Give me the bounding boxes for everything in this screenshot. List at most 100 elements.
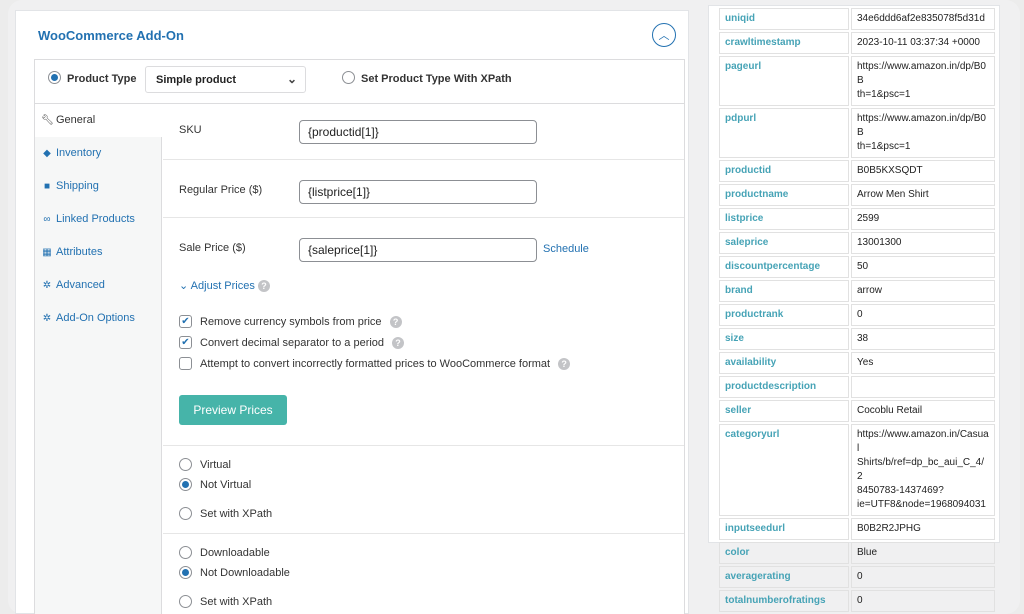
tab-addon-options[interactable]: ✲ Add-On Options: [35, 302, 162, 335]
product-data-tabs: 🔧︎ General ◆ Inventory ■ Shipping ∞ Linked P…: [35, 104, 163, 614]
field-value: arrow: [851, 280, 995, 302]
product-data-box: Product Type Simple product ⌄ Set Produc…: [34, 59, 685, 614]
table-row: size 38: [719, 328, 995, 350]
table-row: categoryurl https://www.amazon.in/Casual …: [719, 424, 995, 516]
source-data-panel: uniqid 34e6ddd6af2e835078f5d31d crawltimes…: [708, 5, 1000, 612]
product-type-radio[interactable]: [48, 71, 61, 84]
downloadable-label: Downloadable: [200, 546, 270, 559]
field-key[interactable]: listprice: [719, 208, 849, 230]
sku-input[interactable]: {productid[1]}: [299, 120, 537, 144]
table-row: uniqid 34e6ddd6af2e835078f5d31d: [719, 8, 995, 30]
virtual-xpath-label: Set with XPath: [200, 507, 273, 520]
table-row: productdescription: [719, 376, 995, 398]
field-key[interactable]: brand: [719, 280, 849, 302]
tab-label: Linked Products: [56, 213, 135, 225]
field-key[interactable]: seller: [719, 400, 849, 422]
field-key[interactable]: color: [719, 542, 849, 564]
field-key[interactable]: availability: [719, 352, 849, 374]
downloadable-section: Downloadable Not Downloadable Set with X…: [163, 534, 684, 614]
table-row: productrank 0: [719, 304, 995, 326]
downloadable-xpath-label: Set with XPath: [200, 595, 273, 608]
preview-prices-button[interactable]: Preview Prices: [179, 395, 287, 425]
help-icon: ?: [389, 315, 402, 328]
field-key[interactable]: discountpercentage: [719, 256, 849, 278]
table-row: productid B0B5KXSQDT: [719, 160, 995, 182]
tab-advanced[interactable]: ✲ Advanced: [35, 269, 162, 302]
product-type-xpath-label: Set Product Type With XPath: [361, 73, 512, 85]
virtual-xpath-radio[interactable]: [179, 507, 192, 520]
field-key[interactable]: size: [719, 328, 849, 350]
remove-currency-checkbox[interactable]: ✔: [179, 315, 192, 328]
table-row: listprice 2599: [719, 208, 995, 230]
field-value: 0: [851, 566, 995, 588]
help-icon: ?: [392, 336, 405, 349]
virtual-radio[interactable]: [179, 458, 192, 471]
not-virtual-label: Not Virtual: [200, 478, 252, 491]
tab-label: Attributes: [56, 246, 103, 258]
downloadable-xpath-radio[interactable]: [179, 595, 192, 608]
not-downloadable-option[interactable]: Not Downloadable: [179, 566, 290, 579]
field-key[interactable]: productname: [719, 184, 849, 206]
product-type-select[interactable]: Simple product ⌄: [145, 66, 306, 93]
tab-inventory[interactable]: ◆ Inventory: [35, 137, 162, 170]
gear-icon: ✲: [42, 280, 52, 291]
wrench-icon: 🔧︎: [41, 115, 54, 126]
chevron-down-icon: ⌄: [286, 72, 297, 86]
schedule-link[interactable]: Schedule: [543, 243, 589, 255]
not-virtual-radio[interactable]: [179, 478, 192, 491]
field-value: 50: [851, 256, 995, 278]
regular-price-label: Regular Price ($): [179, 184, 263, 196]
product-type-xpath-radio[interactable]: [342, 71, 355, 84]
field-key[interactable]: categoryurl: [719, 424, 849, 516]
tab-shipping[interactable]: ■ Shipping: [35, 170, 162, 203]
field-value: 38: [851, 328, 995, 350]
table-icon: ▦: [42, 247, 52, 258]
adjust-prices-toggle[interactable]: ⌄ Adjust Prices ?: [179, 279, 270, 293]
tab-linked-products[interactable]: ∞ Linked Products: [35, 203, 162, 236]
virtual-option[interactable]: Virtual: [179, 458, 231, 471]
field-value: https://www.amazon.in/Casual Shirts/b/re…: [851, 424, 995, 516]
field-key[interactable]: totalnumberofratings: [719, 590, 849, 612]
table-row: productname Arrow Men Shirt: [719, 184, 995, 206]
virtual-label: Virtual: [200, 458, 231, 471]
field-value: B0B5KXSQDT: [851, 160, 995, 182]
downloadable-option[interactable]: Downloadable: [179, 546, 270, 559]
regular-price-input[interactable]: {listprice[1]}: [299, 180, 537, 204]
convert-decimal-label: Convert decimal separator to a period: [200, 336, 385, 349]
field-value: B0B2R2JPHG: [851, 518, 995, 540]
tab-label: Shipping: [56, 180, 99, 192]
field-value: 2599: [851, 208, 995, 230]
downloadable-xpath-option[interactable]: Set with XPath: [179, 595, 272, 608]
field-key[interactable]: pdpurl: [719, 108, 849, 158]
field-key[interactable]: saleprice: [719, 232, 849, 254]
convert-decimal-option: ✔ Convert decimal separator to a period …: [179, 336, 405, 349]
field-value: Arrow Men Shirt: [851, 184, 995, 206]
collapse-button[interactable]: ︿: [652, 23, 676, 47]
tab-attributes[interactable]: ▦ Attributes: [35, 236, 162, 269]
table-row: discountpercentage 50: [719, 256, 995, 278]
field-value: https://www.amazon.in/dp/B0B th=1&psc=1: [851, 108, 995, 158]
downloadable-radio[interactable]: [179, 546, 192, 559]
tab-label: Add-On Options: [56, 312, 135, 324]
table-row: averagerating 0: [719, 566, 995, 588]
table-row: crawltimestamp 2023-10-11 03:37:34 +0000: [719, 32, 995, 54]
field-key[interactable]: averagerating: [719, 566, 849, 588]
tab-general[interactable]: 🔧︎ General: [35, 104, 163, 137]
field-key[interactable]: productdescription: [719, 376, 849, 398]
not-downloadable-radio[interactable]: [179, 566, 192, 579]
field-key[interactable]: productid: [719, 160, 849, 182]
convert-format-checkbox[interactable]: [179, 357, 192, 370]
field-key[interactable]: productrank: [719, 304, 849, 326]
virtual-xpath-option[interactable]: Set with XPath: [179, 507, 272, 520]
table-row: totalnumberofratings 0: [719, 590, 995, 612]
field-key[interactable]: uniqid: [719, 8, 849, 30]
field-key[interactable]: inputseedurl: [719, 518, 849, 540]
sale-price-input[interactable]: {saleprice[1]}: [299, 238, 537, 262]
table-row: inputseedurl B0B2R2JPHG: [719, 518, 995, 540]
field-key[interactable]: crawltimestamp: [719, 32, 849, 54]
convert-decimal-checkbox[interactable]: ✔: [179, 336, 192, 349]
field-value: https://www.amazon.in/dp/B0B th=1&psc=1: [851, 56, 995, 106]
not-virtual-option[interactable]: Not Virtual: [179, 478, 251, 491]
field-key[interactable]: pageurl: [719, 56, 849, 106]
table-row: color Blue: [719, 542, 995, 564]
